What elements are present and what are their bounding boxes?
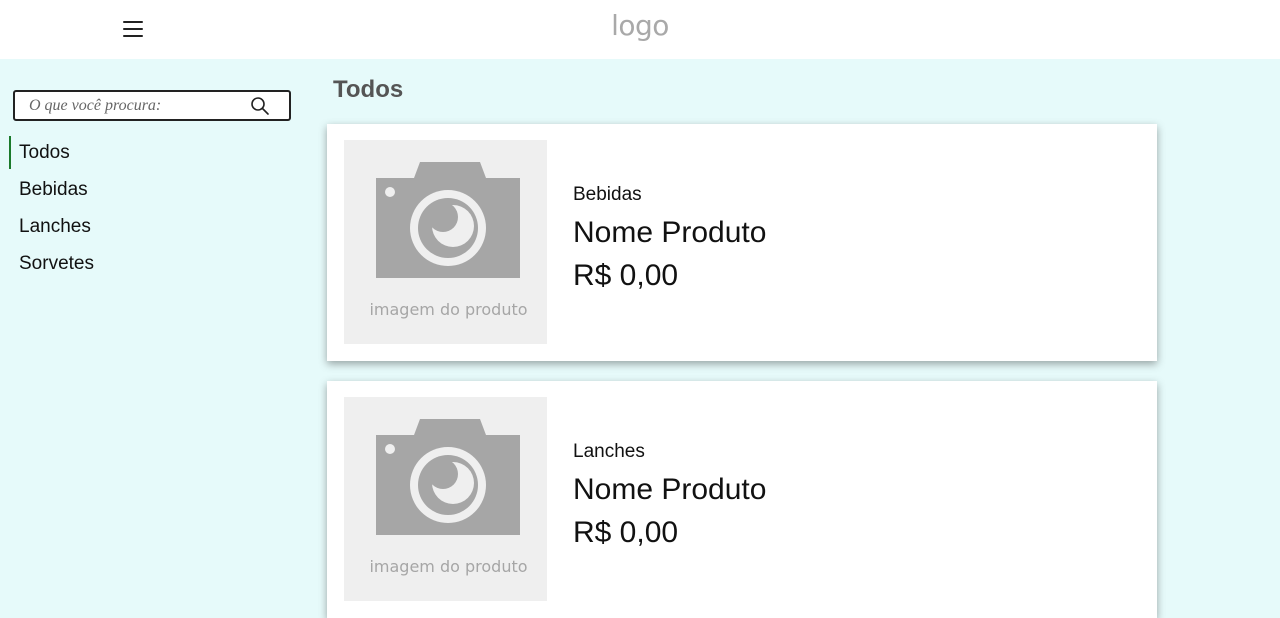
sidebar-item-sorvetes[interactable]: Sorvetes [9, 247, 289, 280]
image-caption: imagem do produto [369, 300, 528, 319]
product-image-placeholder: imagem do produto [344, 140, 547, 344]
product-category: Lanches [573, 441, 645, 462]
logo[interactable]: logo [0, 9, 1280, 42]
sidebar-item-bebidas[interactable]: Bebidas [9, 173, 289, 206]
sidebar-item-label: Todos [19, 142, 70, 163]
category-sidebar: Todos Bebidas Lanches Sorvetes [9, 136, 289, 284]
search-icon[interactable] [250, 96, 270, 116]
search-box [13, 90, 291, 121]
product-price: R$ 0,00 [573, 516, 679, 549]
product-image-placeholder: imagem do produto [344, 397, 547, 601]
sidebar-item-label: Lanches [19, 216, 91, 237]
sidebar-item-label: Sorvetes [19, 253, 94, 274]
product-card[interactable]: imagem do produto Bebidas Nome Produto R… [327, 124, 1157, 361]
product-name: Nome Produto [573, 216, 767, 249]
search-input[interactable] [15, 92, 259, 119]
product-category: Bebidas [573, 184, 642, 205]
product-card[interactable]: imagem do produto Lanches Nome Produto R… [327, 381, 1157, 618]
page-title: Todos [333, 76, 404, 103]
image-caption: imagem do produto [369, 557, 528, 576]
sidebar-item-label: Bebidas [19, 179, 88, 200]
product-name: Nome Produto [573, 473, 767, 506]
camera-icon [376, 162, 520, 278]
sidebar-item-todos[interactable]: Todos [9, 136, 289, 169]
sidebar-item-lanches[interactable]: Lanches [9, 210, 289, 243]
camera-icon [376, 419, 520, 535]
product-price: R$ 0,00 [573, 259, 679, 292]
top-header: logo [0, 0, 1280, 59]
